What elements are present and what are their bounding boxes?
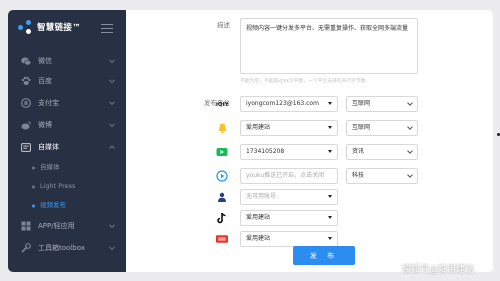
account-select[interactable]: iyongcom123@163.com <box>240 96 338 112</box>
caret-down-icon <box>328 216 332 219</box>
sidebar-subitem-video-publish[interactable]: 视频发布 <box>8 196 126 215</box>
platform-row-person: 无可用账号 <box>216 189 476 205</box>
wechat-icon <box>21 56 31 66</box>
chevron-down-icon <box>407 124 413 130</box>
caret-down-icon <box>328 195 332 198</box>
platform-row-haokan: 爱用建站 <box>216 231 476 247</box>
account-select-value: 1734105208 <box>246 148 285 155</box>
sidebar-item-toolbox[interactable]: 工具箱toolbox <box>8 237 126 259</box>
chevron-down-icon <box>407 172 413 178</box>
youku-push-toggle[interactable]: youku推送已开启，点击关闭 <box>240 168 338 184</box>
account-select-value: 爱用建站 <box>246 235 271 242</box>
media-icon <box>21 142 31 152</box>
description-label: 描述 <box>217 21 230 29</box>
description-hint: 不能为空，不能超过xx汉字数，一个平台支持的多行字节数 <box>240 79 366 84</box>
caret-down-icon <box>328 237 332 240</box>
chevron-down-icon <box>109 222 115 229</box>
app-icon <box>21 221 31 231</box>
platform-row-iqiyi: iQIY iyongcom123@163.com 互联网 <box>216 96 476 112</box>
chevron-down-icon <box>109 77 115 84</box>
bell-icon <box>216 122 228 134</box>
alipay-icon <box>21 98 31 108</box>
caret-down-icon <box>328 102 332 105</box>
sidebar-item-label: 工具箱toolbox <box>38 244 85 252</box>
tiktok-icon <box>216 212 228 224</box>
sidebar-item-weibo[interactable]: 微博 <box>8 114 126 136</box>
sidebar-item-label: 微博 <box>38 121 52 129</box>
chevron-down-icon <box>109 244 115 251</box>
category-select-value: 科技 <box>352 172 365 179</box>
account-select[interactable]: 爱用建站 <box>240 120 338 136</box>
sidebar-item-label: 百度 <box>38 77 52 85</box>
category-select[interactable]: 科技 <box>346 168 418 184</box>
chevron-down-icon <box>407 100 413 106</box>
account-select[interactable]: 爱用建站 <box>240 210 338 226</box>
account-select-value: iyongcom123@163.com <box>246 100 319 107</box>
caret-down-icon <box>328 150 332 153</box>
description-textarea[interactable]: 视频内容一键分发多平台、无需重复操作、获取全网多端流量 <box>240 18 418 74</box>
platform-row-youku: youku推送已开启，点击关闭 科技 <box>216 168 476 184</box>
youku-icon <box>216 170 228 182</box>
sidebar-subitem-label: 自媒体 <box>40 163 60 171</box>
iqiyi-icon: iQIY <box>216 98 228 110</box>
sidebar-item-media[interactable]: 自媒体 <box>8 136 126 158</box>
chevron-down-icon <box>109 121 115 128</box>
chevron-down-icon <box>407 148 413 154</box>
sidebar-item-label: 支付宝 <box>38 99 59 107</box>
category-select-value: 互联网 <box>352 124 371 131</box>
main-form: 描述 视频内容一键分发多平台、无需重复操作、获取全网多端流量 不能为空，不能超过… <box>126 10 493 272</box>
account-select-value: 爱用建站 <box>246 214 271 221</box>
account-select[interactable]: 爱用建站 <box>240 231 338 247</box>
baidu-paw-icon <box>21 76 31 86</box>
account-select-value: 爱用建站 <box>246 124 271 131</box>
publish-button[interactable]: 发 布 <box>293 246 355 265</box>
platform-row-tv: 1734105208 资讯 <box>216 144 476 160</box>
chevron-down-icon <box>109 57 115 64</box>
sidebar-subitem-label: Light Press <box>40 182 76 190</box>
weibo-icon <box>21 120 31 130</box>
caret-down-icon <box>328 126 332 129</box>
brand-logo-icon <box>18 20 32 34</box>
sidebar-menu: 微信 百度 支付宝 微博 自媒体 自媒体 Light Press 视频发布 AP… <box>8 52 126 259</box>
brand-name: 智慧链接™ <box>37 23 82 33</box>
menu-toggle-icon[interactable] <box>101 24 113 36</box>
chevron-up-icon <box>109 145 115 152</box>
sidebar-subitem-media[interactable]: 自媒体 <box>8 158 126 177</box>
svg-text:iQIY: iQIY <box>216 102 228 108</box>
tv-icon <box>216 146 228 158</box>
account-select-value: 无可用账号 <box>246 193 277 200</box>
watermark: 搜狐号@爱用建站 <box>402 265 475 275</box>
account-select[interactable]: 无可用账号 <box>240 189 338 205</box>
sidebar-subitem-light-press[interactable]: Light Press <box>8 177 126 196</box>
haokan-icon <box>216 233 228 245</box>
person-icon <box>216 191 228 203</box>
sidebar-item-wechat[interactable]: 微信 <box>8 52 126 70</box>
sidebar-item-label: APP/轻应用 <box>38 222 75 230</box>
category-select[interactable]: 资讯 <box>346 144 418 160</box>
category-select[interactable]: 互联网 <box>346 120 418 136</box>
sidebar-item-baidu[interactable]: 百度 <box>8 70 126 92</box>
platform-row-bell: 爱用建站 互联网 <box>216 120 476 136</box>
sidebar-item-app[interactable]: APP/轻应用 <box>8 215 126 237</box>
sidebar-item-alipay[interactable]: 支付宝 <box>8 92 126 114</box>
category-select-value: 互联网 <box>352 100 371 107</box>
category-select[interactable]: 互联网 <box>346 96 418 112</box>
wrench-icon <box>21 243 31 253</box>
platform-row-tiktok: 爱用建站 <box>216 210 476 226</box>
youku-push-text: youku推送已开启，点击关闭 <box>246 172 325 179</box>
sidebar: 智慧链接™ 微信 百度 支付宝 微博 自媒体 自媒体 Light Press 视… <box>8 10 126 272</box>
sidebar-item-label: 自媒体 <box>38 143 59 151</box>
chevron-down-icon <box>109 99 115 106</box>
sidebar-item-label: 微信 <box>38 57 52 65</box>
category-select-value: 资讯 <box>352 148 365 155</box>
app-window: 智慧链接™ 微信 百度 支付宝 微博 自媒体 自媒体 Light Press 视… <box>8 10 493 272</box>
sidebar-subitem-label: 视频发布 <box>40 201 66 209</box>
account-select[interactable]: 1734105208 <box>240 144 338 160</box>
